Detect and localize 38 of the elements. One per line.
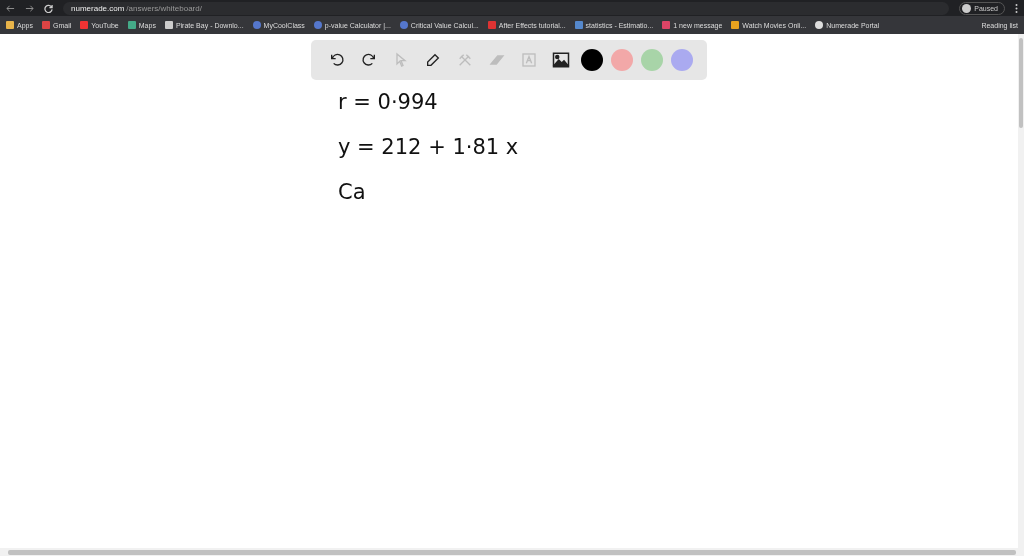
pencil-icon <box>425 52 441 68</box>
image-icon <box>550 51 572 69</box>
bookmark-icon <box>6 21 14 29</box>
bookmark-icon <box>313 21 322 29</box>
url-host: numerade.com <box>71 3 125 13</box>
color-swatch[interactable] <box>581 49 603 71</box>
bookmark-icon <box>399 21 408 29</box>
undo-icon <box>329 52 345 68</box>
eraser-icon <box>489 52 505 68</box>
color-swatch[interactable] <box>671 49 693 71</box>
bookmark-icon <box>574 21 583 29</box>
handwritten-text: r = 0·994 <box>338 92 439 113</box>
menu-icon[interactable] <box>1015 3 1018 13</box>
horizontal-scrollbar[interactable] <box>0 548 1024 556</box>
url-path: /answers/whiteboard/ <box>126 3 202 13</box>
back-icon[interactable] <box>6 3 15 13</box>
address-bar[interactable]: numerade.com /answers/whiteboard/ <box>63 1 950 15</box>
reload-icon[interactable] <box>44 3 53 13</box>
bookmark-icon <box>41 21 50 29</box>
text-box-icon <box>521 52 537 68</box>
color-swatch[interactable] <box>641 49 663 71</box>
bookmark-icon <box>252 21 261 29</box>
color-swatch[interactable] <box>611 49 633 71</box>
bookmark-icon <box>127 21 136 29</box>
cursor-icon <box>393 52 409 68</box>
forward-icon[interactable] <box>25 3 34 13</box>
bookmark-icon <box>731 21 740 29</box>
tools-icon <box>457 52 473 68</box>
avatar-icon <box>962 3 972 13</box>
redo-icon <box>361 52 377 68</box>
bookmark-icon <box>662 21 671 29</box>
handwritten-text: Ca <box>338 182 367 203</box>
vertical-scrollbar[interactable] <box>1018 34 1024 548</box>
handwritten-text: y = 212 + 1·81 x <box>338 137 519 158</box>
bookmark-icon <box>815 21 824 29</box>
bookmark-icon <box>164 21 173 29</box>
bookmark-icon <box>80 21 89 29</box>
bookmark-icon <box>487 21 496 29</box>
